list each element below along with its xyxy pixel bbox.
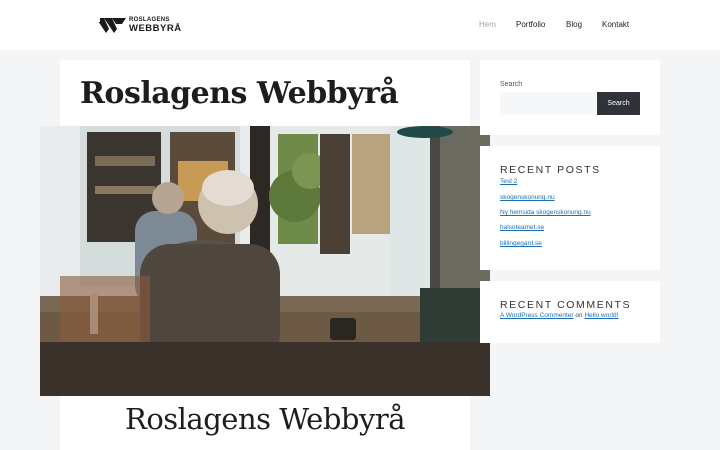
recent-post-link[interactable]: billingegard.se — [500, 240, 542, 247]
hero-image — [40, 126, 490, 396]
search-label: Search — [500, 81, 523, 88]
recent-comment-item: A WordPress Commenter on Hello world! — [500, 312, 618, 319]
search-button[interactable]: Search — [597, 92, 640, 115]
hero-caption-title: Roslagens Webbyrå — [124, 402, 406, 436]
recent-post-link[interactable]: skogenskonung.nu — [500, 194, 555, 201]
recent-comments-widget: RECENT COMMENTS A WordPress Commenter on… — [480, 281, 660, 343]
comment-post-link[interactable]: Hello world! — [584, 312, 618, 319]
recent-post-link[interactable]: Test 2 — [500, 178, 517, 185]
nav-item-hem[interactable]: Hem — [479, 18, 496, 32]
hero-photo-illustration — [40, 126, 490, 396]
nav-item-portfolio[interactable]: Portfolio — [516, 18, 545, 32]
comment-author-link[interactable]: A WordPress Commenter — [500, 312, 574, 319]
nav-item-blog[interactable]: Blog — [566, 18, 582, 32]
search-widget: Search Search — [480, 60, 660, 135]
nav-item-kontakt[interactable]: Kontakt — [602, 18, 629, 32]
main-nav: Hem Portfolio Blog Kontakt — [0, 18, 720, 32]
comment-on-text: on — [575, 312, 583, 319]
recent-posts-heading: RECENT POSTS — [500, 164, 601, 176]
site-header: ROSLAGENS WEBBYRÅ Hem Portfolio Blog Kon… — [0, 0, 720, 50]
recent-comments-heading: RECENT COMMENTS — [500, 299, 632, 311]
recent-post-link[interactable]: Ny hemsida skogenskonung.nu — [500, 209, 591, 216]
search-input[interactable] — [500, 92, 596, 115]
recent-posts-widget: RECENT POSTS Test 2 skogenskonung.nu Ny … — [480, 146, 660, 270]
recent-post-link[interactable]: halsoteamet.se — [500, 224, 544, 231]
page-title: Roslagens Webbyrå — [80, 76, 399, 111]
